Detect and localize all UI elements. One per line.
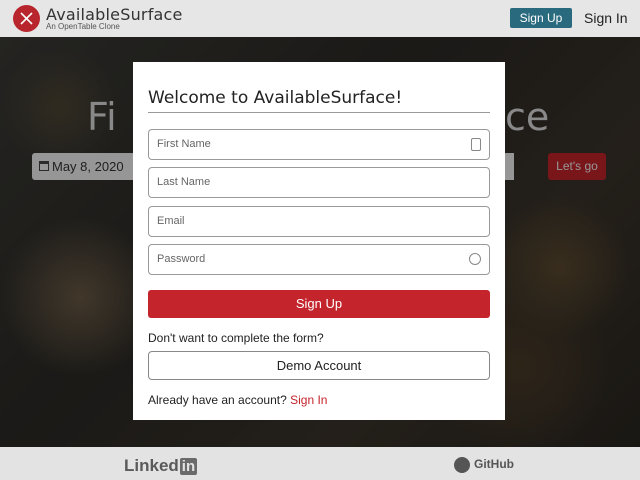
github-link[interactable]: GitHub bbox=[454, 457, 514, 473]
account-prompt-line: Already have an account? Sign In bbox=[148, 393, 327, 407]
linkedin-text: Linked bbox=[124, 456, 179, 475]
github-text: GitHub bbox=[474, 457, 514, 472]
signin-link[interactable]: Sign In bbox=[290, 393, 327, 407]
email-placeholder: Email bbox=[157, 215, 185, 227]
linkedin-link[interactable]: Linked in bbox=[124, 456, 198, 476]
last-name-field[interactable]: Last Name bbox=[148, 167, 490, 198]
github-icon bbox=[454, 457, 470, 473]
divider bbox=[148, 112, 490, 113]
account-prompt: Already have an account? bbox=[148, 393, 287, 407]
fork-knife-logo-icon[interactable] bbox=[13, 5, 40, 32]
demo-prompt: Don't want to complete the form? bbox=[148, 331, 324, 345]
demo-account-button[interactable]: Demo Account bbox=[148, 351, 490, 380]
password-field[interactable]: Password bbox=[148, 244, 490, 275]
header-signup-button[interactable]: Sign Up bbox=[510, 8, 572, 28]
top-nav: AvailableSurface An OpenTable Clone Sign… bbox=[0, 0, 640, 37]
contact-card-icon bbox=[471, 138, 481, 151]
password-placeholder: Password bbox=[157, 253, 206, 265]
first-name-field[interactable]: First Name bbox=[148, 129, 490, 160]
signup-modal: Welcome to AvailableSurface! First Name … bbox=[133, 62, 505, 420]
first-name-placeholder: First Name bbox=[157, 138, 211, 150]
footer: Linked in GitHub bbox=[0, 447, 640, 480]
modal-title: Welcome to AvailableSurface! bbox=[148, 88, 403, 108]
last-name-placeholder: Last Name bbox=[157, 176, 211, 188]
header-signin-button[interactable]: Sign In bbox=[584, 10, 628, 26]
linkedin-icon: in bbox=[179, 458, 198, 475]
password-key-icon bbox=[469, 253, 481, 265]
signup-button[interactable]: Sign Up bbox=[148, 290, 490, 318]
email-field[interactable]: Email bbox=[148, 206, 490, 237]
brand-tagline: An OpenTable Clone bbox=[46, 22, 120, 31]
